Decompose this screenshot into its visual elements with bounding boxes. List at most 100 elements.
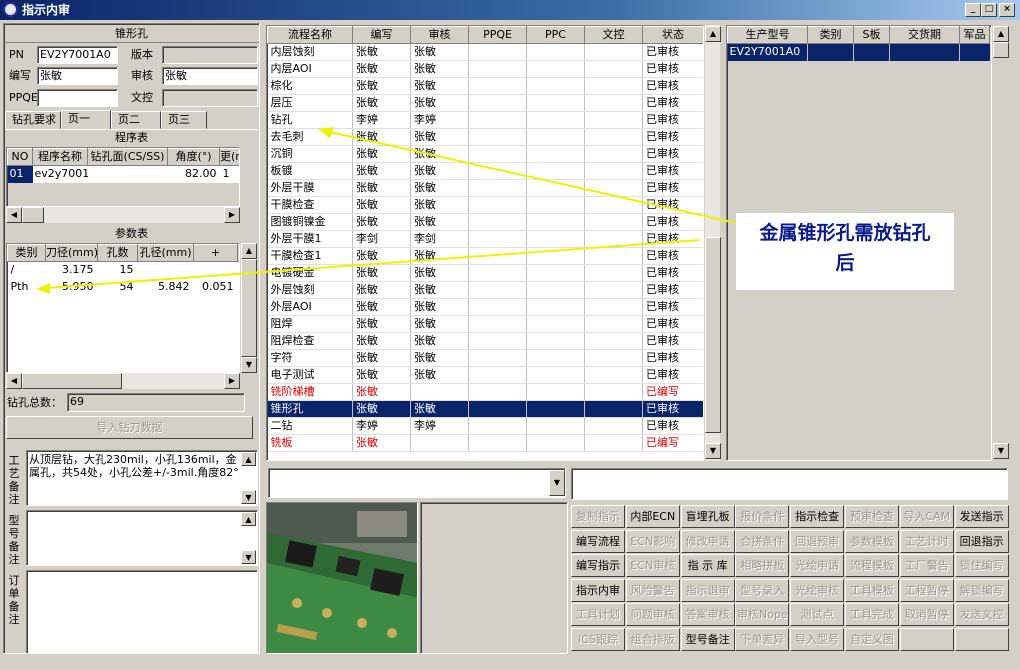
scroll-left-icon[interactable]: ◀ — [6, 373, 22, 389]
editor-field[interactable]: 张敏 — [37, 67, 118, 85]
flow-cell-status[interactable]: 已审核 — [642, 366, 703, 384]
flow-cell[interactable]: 李剑 — [410, 230, 469, 248]
action-button[interactable]: 内部ECN — [625, 505, 680, 528]
scroll-up-icon[interactable]: ▲ — [993, 26, 1009, 42]
flow-cell[interactable] — [468, 94, 527, 112]
flow-cell[interactable] — [468, 213, 527, 231]
flow-vscrollbar[interactable]: ▲ ▼ — [704, 25, 721, 461]
program-cell-no[interactable]: 01 — [7, 165, 33, 183]
flow-cell[interactable] — [526, 196, 585, 214]
flow-cell-status[interactable]: 已审核 — [642, 315, 703, 333]
flow-cell[interactable] — [526, 434, 585, 452]
flow-cell[interactable] — [410, 434, 469, 452]
col-extra[interactable]: 更(mm) — [219, 148, 239, 166]
flow-cell[interactable]: 张敏 — [352, 298, 411, 316]
flow-cell[interactable] — [526, 417, 585, 435]
flow-cell-name[interactable]: 钻孔 — [267, 111, 353, 129]
action-button[interactable]: ICS跟踪 — [571, 628, 625, 651]
model-vscrollbar[interactable]: ▲ ▼ — [992, 25, 1009, 461]
program-cell-angle[interactable]: 82.00 — [168, 166, 220, 183]
action-button[interactable]: 复制指示 — [571, 505, 625, 528]
param-cell[interactable] — [138, 262, 194, 279]
col-flow-name[interactable]: 流程名称 — [267, 26, 353, 44]
param-cell[interactable]: 5.950 — [46, 279, 98, 296]
flow-cell-name[interactable]: 沉铜 — [267, 145, 353, 163]
tab-drill-requirements[interactable]: 钻孔要求 — [5, 111, 61, 129]
flow-cell-status[interactable]: 已审核 — [642, 162, 703, 180]
flow-cell-status[interactable]: 已审核 — [642, 247, 703, 265]
col-plus-tol[interactable]: + — [193, 244, 238, 262]
flow-cell[interactable] — [584, 281, 643, 299]
flow-cell[interactable] — [468, 366, 527, 384]
flow-cell[interactable] — [468, 349, 527, 367]
action-button[interactable]: 工厂警告 — [899, 554, 954, 578]
flow-cell[interactable]: 李婷 — [352, 417, 411, 435]
col-hole-count[interactable]: 孔数 — [97, 244, 138, 262]
flow-cell[interactable]: 张敏 — [410, 94, 469, 112]
action-button[interactable]: 盲埋孔板 — [680, 505, 735, 528]
flow-cell[interactable] — [468, 77, 527, 95]
flow-cell[interactable]: 张敏 — [352, 383, 411, 401]
program-cell-face[interactable] — [88, 166, 168, 183]
flow-row[interactable]: 层压 张敏 张敏 已审核 — [267, 94, 703, 112]
col-drill-face[interactable]: 钻孔面(CS/SS) — [87, 148, 168, 166]
flow-cell[interactable] — [526, 128, 585, 146]
flow-cell[interactable] — [468, 400, 527, 418]
flow-cell-status[interactable]: 已审核 — [642, 349, 703, 367]
order-note-field[interactable] — [26, 570, 258, 654]
flow-cell-name[interactable]: 铣阶梯槽 — [267, 383, 353, 401]
action-button[interactable]: 工具模板 — [845, 578, 899, 602]
action-button[interactable]: 自定义图 — [845, 628, 899, 651]
ppqe-field[interactable] — [37, 89, 118, 107]
action-button[interactable]: 回退指示 — [954, 529, 1009, 553]
flow-cell-name[interactable]: 内层蚀刻 — [267, 43, 353, 61]
param-cell[interactable]: Pth — [8, 279, 46, 296]
flow-cell[interactable]: 李婷 — [410, 111, 469, 129]
flow-cell[interactable] — [468, 145, 527, 163]
flow-row[interactable]: 铣阶梯槽 张敏 已编写 — [267, 383, 703, 401]
action-button[interactable]: 测试点 — [790, 603, 845, 627]
col-s-board[interactable]: S板 — [853, 26, 890, 44]
scroll-thumb[interactable] — [241, 259, 257, 357]
flow-cell[interactable] — [468, 264, 527, 282]
action-button[interactable]: 问题审核 — [625, 603, 680, 627]
flow-cell[interactable] — [584, 264, 643, 282]
flow-cell[interactable]: 李婷 — [352, 111, 411, 129]
flow-row[interactable]: 钻孔 李婷 李婷 已审核 — [267, 111, 703, 129]
flow-cell[interactable] — [468, 60, 527, 78]
flow-cell[interactable] — [526, 366, 585, 384]
param-cell[interactable]: 15 — [98, 262, 138, 279]
action-button[interactable]: 编写流程 — [571, 529, 625, 553]
flow-cell-name[interactable]: 图镀铜镍金 — [267, 213, 353, 231]
minimize-button[interactable]: _ — [965, 3, 981, 17]
flow-row[interactable]: 阻焊检查 张敏 张敏 已审核 — [267, 332, 703, 350]
flow-cell-name[interactable]: 外层干膜 — [267, 179, 353, 197]
flow-row[interactable]: 外层干膜1 李剑 李剑 已审核 — [267, 230, 703, 248]
flow-row[interactable]: 沉铜 张敏 张敏 已审核 — [267, 145, 703, 163]
flow-cell[interactable]: 张敏 — [352, 128, 411, 146]
scroll-thumb[interactable] — [22, 207, 44, 223]
flow-cell[interactable]: 张敏 — [352, 400, 411, 418]
flow-cell[interactable] — [526, 281, 585, 299]
flow-cell[interactable] — [526, 60, 585, 78]
flow-cell[interactable]: 张敏 — [410, 315, 469, 333]
col-category[interactable]: 类别 — [7, 244, 46, 262]
flow-cell-status[interactable]: 已审核 — [642, 281, 703, 299]
action-button[interactable]: 指示退审 — [680, 578, 735, 602]
action-button[interactable]: 解锁编写 — [954, 578, 1009, 602]
flow-cell[interactable] — [584, 315, 643, 333]
col-category[interactable]: 类别 — [807, 26, 854, 44]
flow-cell[interactable] — [468, 298, 527, 316]
flow-cell[interactable] — [526, 298, 585, 316]
flow-cell[interactable]: 张敏 — [410, 400, 469, 418]
flow-cell-status[interactable]: 已审核 — [642, 417, 703, 435]
action-button[interactable]: 工具计划 — [571, 603, 625, 627]
flow-cell[interactable]: 张敏 — [352, 145, 411, 163]
flow-cell[interactable]: 张敏 — [352, 162, 411, 180]
tab-page-three[interactable]: 页三 — [161, 111, 207, 129]
action-button[interactable]: 组合排版 — [625, 628, 680, 651]
flow-row[interactable]: 图镀铜镍金 张敏 张敏 已审核 — [267, 213, 703, 231]
flow-cell[interactable] — [526, 315, 585, 333]
action-button[interactable]: 编写指示 — [571, 554, 625, 578]
flow-cell[interactable]: 张敏 — [352, 264, 411, 282]
